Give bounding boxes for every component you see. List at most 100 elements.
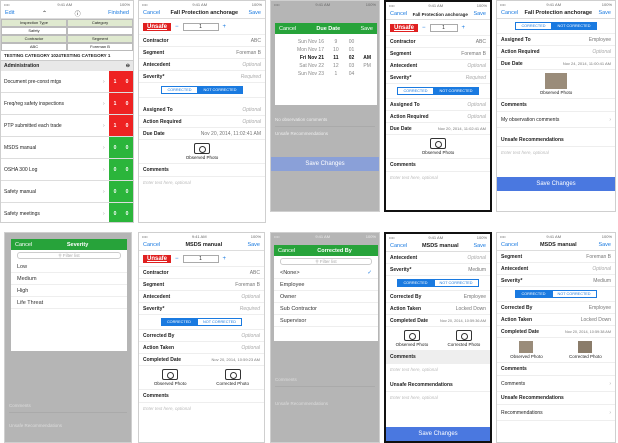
wheel-item[interactable]: 12 xyxy=(328,62,344,70)
antecedent-row[interactable]: Antecedent Optional xyxy=(386,252,490,264)
count-b[interactable]: 0 xyxy=(121,137,133,158)
severity-row[interactable]: Severity* Required xyxy=(139,71,265,83)
not-corrected-option[interactable]: NOT CORRECTED xyxy=(197,318,243,326)
checklist-row[interactable]: Document pre-const mtgs › 1 0 xyxy=(1,71,133,93)
recs-field[interactable]: Recommendations › xyxy=(497,405,615,421)
action-taken-row[interactable]: Action Taken Locked Down xyxy=(386,303,490,315)
corrected-by-row[interactable]: Corrected By Optional xyxy=(139,330,264,342)
decrement-button[interactable]: − xyxy=(175,256,179,262)
completed-row[interactable]: Completed Date Nov 20, 2014, 10:59:23 AM xyxy=(139,354,264,366)
corrected-option[interactable]: CORRECTED xyxy=(397,87,434,95)
cancel-button[interactable]: Cancel xyxy=(143,10,160,16)
filter-input[interactable]: ⚲ Filter list xyxy=(280,258,372,265)
save-changes-button[interactable]: Save Changes xyxy=(386,427,490,441)
day-wheel[interactable]: Sun Nov 16 Mon Nov 17 Fri Nov 21 Sat Nov 22… xyxy=(277,38,328,78)
help-icon[interactable]: ⓘ xyxy=(75,9,81,18)
observed-photo[interactable]: Observed Photo xyxy=(154,366,186,389)
count-b[interactable]: 0 xyxy=(121,115,133,136)
filter-input[interactable]: ⚲ Filter list xyxy=(17,252,121,259)
cancel-button[interactable]: Cancel xyxy=(278,248,295,254)
not-corrected-option[interactable]: NOT CORRECTED xyxy=(433,87,479,95)
count-a[interactable]: 1 xyxy=(109,71,121,92)
quantity-field[interactable]: 1 xyxy=(429,23,458,32)
antecedent-row[interactable]: Antecedent Optional xyxy=(497,263,615,275)
wheel-item[interactable]: 1 xyxy=(328,70,344,78)
option-item[interactable]: Supervisor xyxy=(274,315,378,327)
observed-photo[interactable]: Observed Photo xyxy=(396,327,428,350)
segment-row[interactable]: Segment Foreman B xyxy=(139,279,264,291)
wheel-item[interactable]: 04 xyxy=(344,70,360,78)
option-item[interactable]: Medium xyxy=(11,273,127,285)
wheel-item[interactable]: 02 xyxy=(344,54,360,62)
completed-row[interactable]: Completed Date Nov 20, 2014, 10:59:36 AM xyxy=(386,315,490,327)
count-b[interactable]: 0 xyxy=(121,71,133,92)
count-a[interactable]: 0 xyxy=(109,203,121,222)
wheel-item[interactable]: 03 xyxy=(344,62,360,70)
grid-cell[interactable]: Safety xyxy=(1,27,67,35)
severity-row[interactable]: Severity* Required xyxy=(139,303,264,315)
corrected-photo[interactable]: Corrected Photo xyxy=(569,338,602,362)
save-changes-button[interactable]: Save Changes xyxy=(497,177,615,191)
corrected-by-row[interactable]: Corrected By Employee xyxy=(386,291,490,303)
checklist-row[interactable]: PTP submitted each trade › 1 0 xyxy=(1,115,133,137)
not-corrected-option[interactable]: NOT CORRECTED xyxy=(433,279,479,287)
wheel-item[interactable]: Fri Nov 21 xyxy=(277,54,324,62)
corrected-option[interactable]: CORRECTED xyxy=(397,279,434,287)
ampm-wheel[interactable]: AM PM xyxy=(359,38,375,78)
severity-row[interactable]: Severity* Medium xyxy=(497,275,615,287)
corrected-option[interactable]: CORRECTED xyxy=(160,318,197,326)
hour-wheel[interactable]: 9 10 11 12 1 xyxy=(328,38,344,78)
wheel-item[interactable]: 11 xyxy=(328,54,344,62)
cancel-button[interactable]: Cancel xyxy=(390,11,407,17)
corrected-option[interactable]: CORRECTED xyxy=(515,290,552,298)
corrected-option[interactable]: CORRECTED xyxy=(515,22,552,30)
option-item[interactable]: High xyxy=(11,285,127,297)
comments-field[interactable]: Enter text here, optional xyxy=(139,403,264,414)
contractor-row[interactable]: Contractor ABC xyxy=(386,36,490,48)
save-button[interactable]: Save xyxy=(598,10,611,16)
count-a[interactable]: 0 xyxy=(109,181,121,202)
checklist-row[interactable]: OSHA 300 Log › 0 0 xyxy=(1,159,133,181)
corrected-by-row[interactable]: Corrected By Employee xyxy=(497,302,615,314)
recs-field[interactable]: Enter text here, optional xyxy=(386,392,490,403)
contractor-row[interactable]: Contractor ABC xyxy=(139,35,265,47)
cancel-button[interactable]: Cancel xyxy=(501,10,518,16)
checklist-row[interactable]: Freq/reg safety inspections › 1 0 xyxy=(1,93,133,115)
increment-button[interactable]: + xyxy=(462,25,466,31)
corrected-option[interactable]: CORRECTED xyxy=(161,86,198,94)
grid-cell[interactable] xyxy=(67,27,133,35)
decrement-button[interactable]: − xyxy=(422,25,426,31)
edit-button[interactable]: Edit xyxy=(5,10,14,16)
count-a[interactable]: 0 xyxy=(109,159,121,180)
save-button[interactable]: Save xyxy=(247,242,260,248)
assigned-row[interactable]: Assigned To Employee xyxy=(497,34,615,46)
wheel-item[interactable]: Sun Nov 16 xyxy=(277,38,324,46)
contractor-row[interactable]: Contractor ABC xyxy=(139,267,264,279)
comments-field[interactable]: Comments › xyxy=(497,376,615,392)
observed-photo[interactable]: Observed Photo xyxy=(386,135,490,159)
assigned-row[interactable]: Assigned To Optional xyxy=(139,104,265,116)
option-item[interactable]: <None> ✓ xyxy=(274,267,378,279)
wheel-item[interactable]: 01 xyxy=(344,46,360,54)
count-b[interactable]: 0 xyxy=(121,203,133,222)
action-taken-row[interactable]: Action Taken Optional xyxy=(139,342,264,354)
segment-row[interactable]: Segment Foreman B xyxy=(139,47,265,59)
not-corrected-option[interactable]: NOT CORRECTED xyxy=(551,22,597,30)
segment-row[interactable]: Segment Foreman B xyxy=(386,48,490,60)
completed-row[interactable]: Completed Date Nov 20, 2014, 10:59:38 AM xyxy=(497,326,615,338)
observed-photo[interactable]: Observed Photo xyxy=(510,338,543,362)
recs-field[interactable]: Enter text here, optional xyxy=(497,147,615,158)
increment-button[interactable]: + xyxy=(223,24,227,30)
action-row[interactable]: Action Required Optional xyxy=(139,116,265,128)
count-b[interactable]: 0 xyxy=(121,181,133,202)
save-button[interactable]: Save xyxy=(598,242,611,248)
count-a[interactable]: 0 xyxy=(109,137,121,158)
up-icon[interactable]: ⌃ xyxy=(42,10,47,17)
due-row[interactable]: Due Date Nov 20, 2014, 11:02:41 AM xyxy=(139,128,265,140)
checklist-row[interactable]: Safety manual › 0 0 xyxy=(1,181,133,203)
quantity-field[interactable]: 1 xyxy=(182,22,219,31)
cancel-button[interactable]: Cancel xyxy=(501,242,518,248)
comments-field[interactable]: Enter text here, optional xyxy=(386,172,490,183)
save-changes-button[interactable]: Save Changes xyxy=(271,157,379,171)
antecedent-row[interactable]: Antecedent Optional xyxy=(139,291,264,303)
